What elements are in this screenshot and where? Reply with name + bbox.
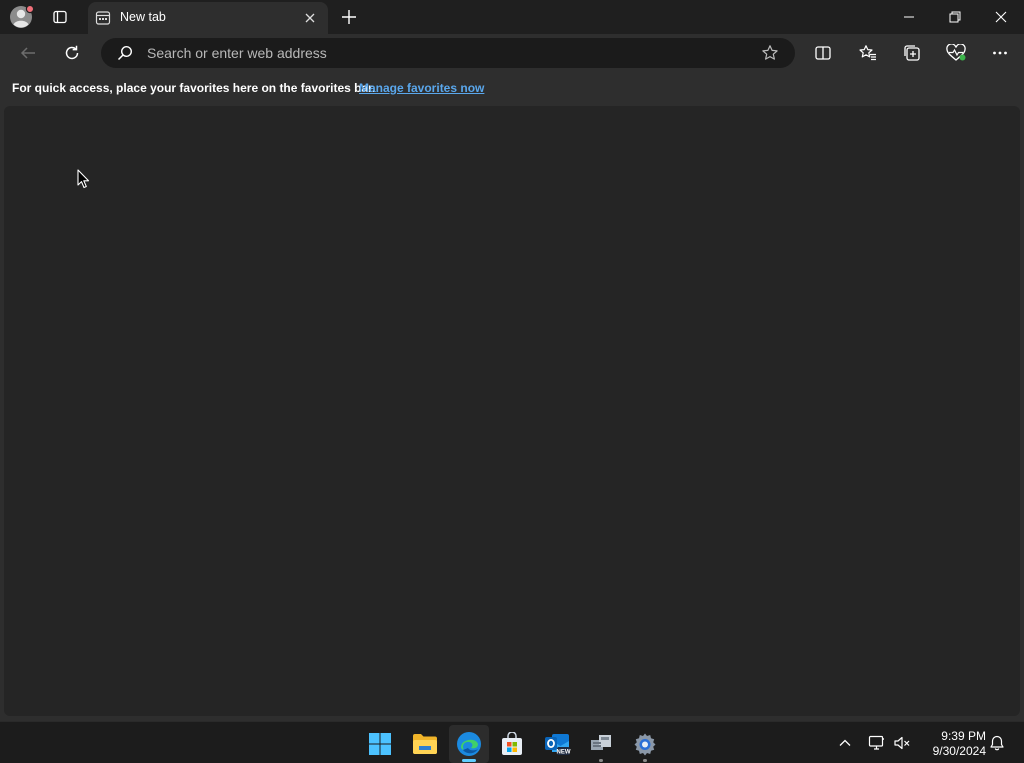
title-bar: New tab <box>0 0 1024 34</box>
chevron-up-icon[interactable] <box>833 730 857 756</box>
browser-essentials-icon[interactable] <box>941 38 971 68</box>
active-app-indicator <box>462 759 476 762</box>
notification-bell-icon[interactable] <box>985 730 1009 756</box>
page-viewport <box>0 104 1024 721</box>
taskbar-clock[interactable]: 9:39 PM 9/30/2024 <box>918 729 986 759</box>
outlook-icon[interactable]: NEW <box>537 725 577 763</box>
network-app-icon[interactable] <box>581 725 621 763</box>
new-tab-plus-icon[interactable] <box>338 6 360 28</box>
restore-icon[interactable] <box>932 0 978 34</box>
close-tab-icon[interactable] <box>302 10 318 26</box>
new-tab-page-icon <box>95 10 111 26</box>
windows-taskbar: NEW 9:39 PM 9/30/2024 <box>0 721 1024 763</box>
folder-icon[interactable] <box>405 725 445 763</box>
running-app-indicator <box>643 759 647 762</box>
address-bar[interactable] <box>101 38 795 68</box>
windows-start-icon[interactable] <box>360 725 400 763</box>
network-monitor-icon[interactable] <box>865 730 889 756</box>
navigation-toolbar <box>0 34 1024 72</box>
split-screen-icon[interactable] <box>808 38 838 68</box>
tab-new-tab[interactable]: New tab <box>88 2 328 34</box>
search-icon <box>117 45 133 61</box>
running-app-indicator <box>599 759 603 762</box>
gear-icon[interactable] <box>625 725 665 763</box>
refresh-icon[interactable] <box>57 38 87 68</box>
tab-title: New tab <box>120 10 166 24</box>
volume-muted-icon[interactable] <box>890 730 914 756</box>
favorites-bar-message: For quick access, place your favorites h… <box>12 81 376 95</box>
collections-icon[interactable] <box>897 38 927 68</box>
favorites-bar: For quick access, place your favorites h… <box>0 72 1024 104</box>
manage-favorites-link[interactable]: Manage favorites now <box>359 81 484 95</box>
back-arrow-icon[interactable] <box>13 38 43 68</box>
close-window-icon[interactable] <box>978 0 1024 34</box>
mouse-cursor-icon <box>77 169 90 189</box>
add-favorite-star-icon[interactable] <box>761 44 779 62</box>
more-options-icon[interactable] <box>985 38 1015 68</box>
minimize-icon[interactable] <box>886 0 932 34</box>
tab-actions-menu-icon[interactable] <box>48 6 72 28</box>
profile-avatar-icon[interactable] <box>9 5 35 29</box>
clock-date: 9/30/2024 <box>932 744 986 758</box>
new-tab-page-content[interactable] <box>4 106 1020 716</box>
store-icon[interactable] <box>492 725 532 763</box>
outlook-new-badge: NEW <box>557 749 571 755</box>
clock-time: 9:39 PM <box>941 729 986 743</box>
favorites-icon[interactable] <box>853 38 883 68</box>
address-input[interactable] <box>147 43 737 63</box>
edge-icon[interactable] <box>449 725 489 763</box>
